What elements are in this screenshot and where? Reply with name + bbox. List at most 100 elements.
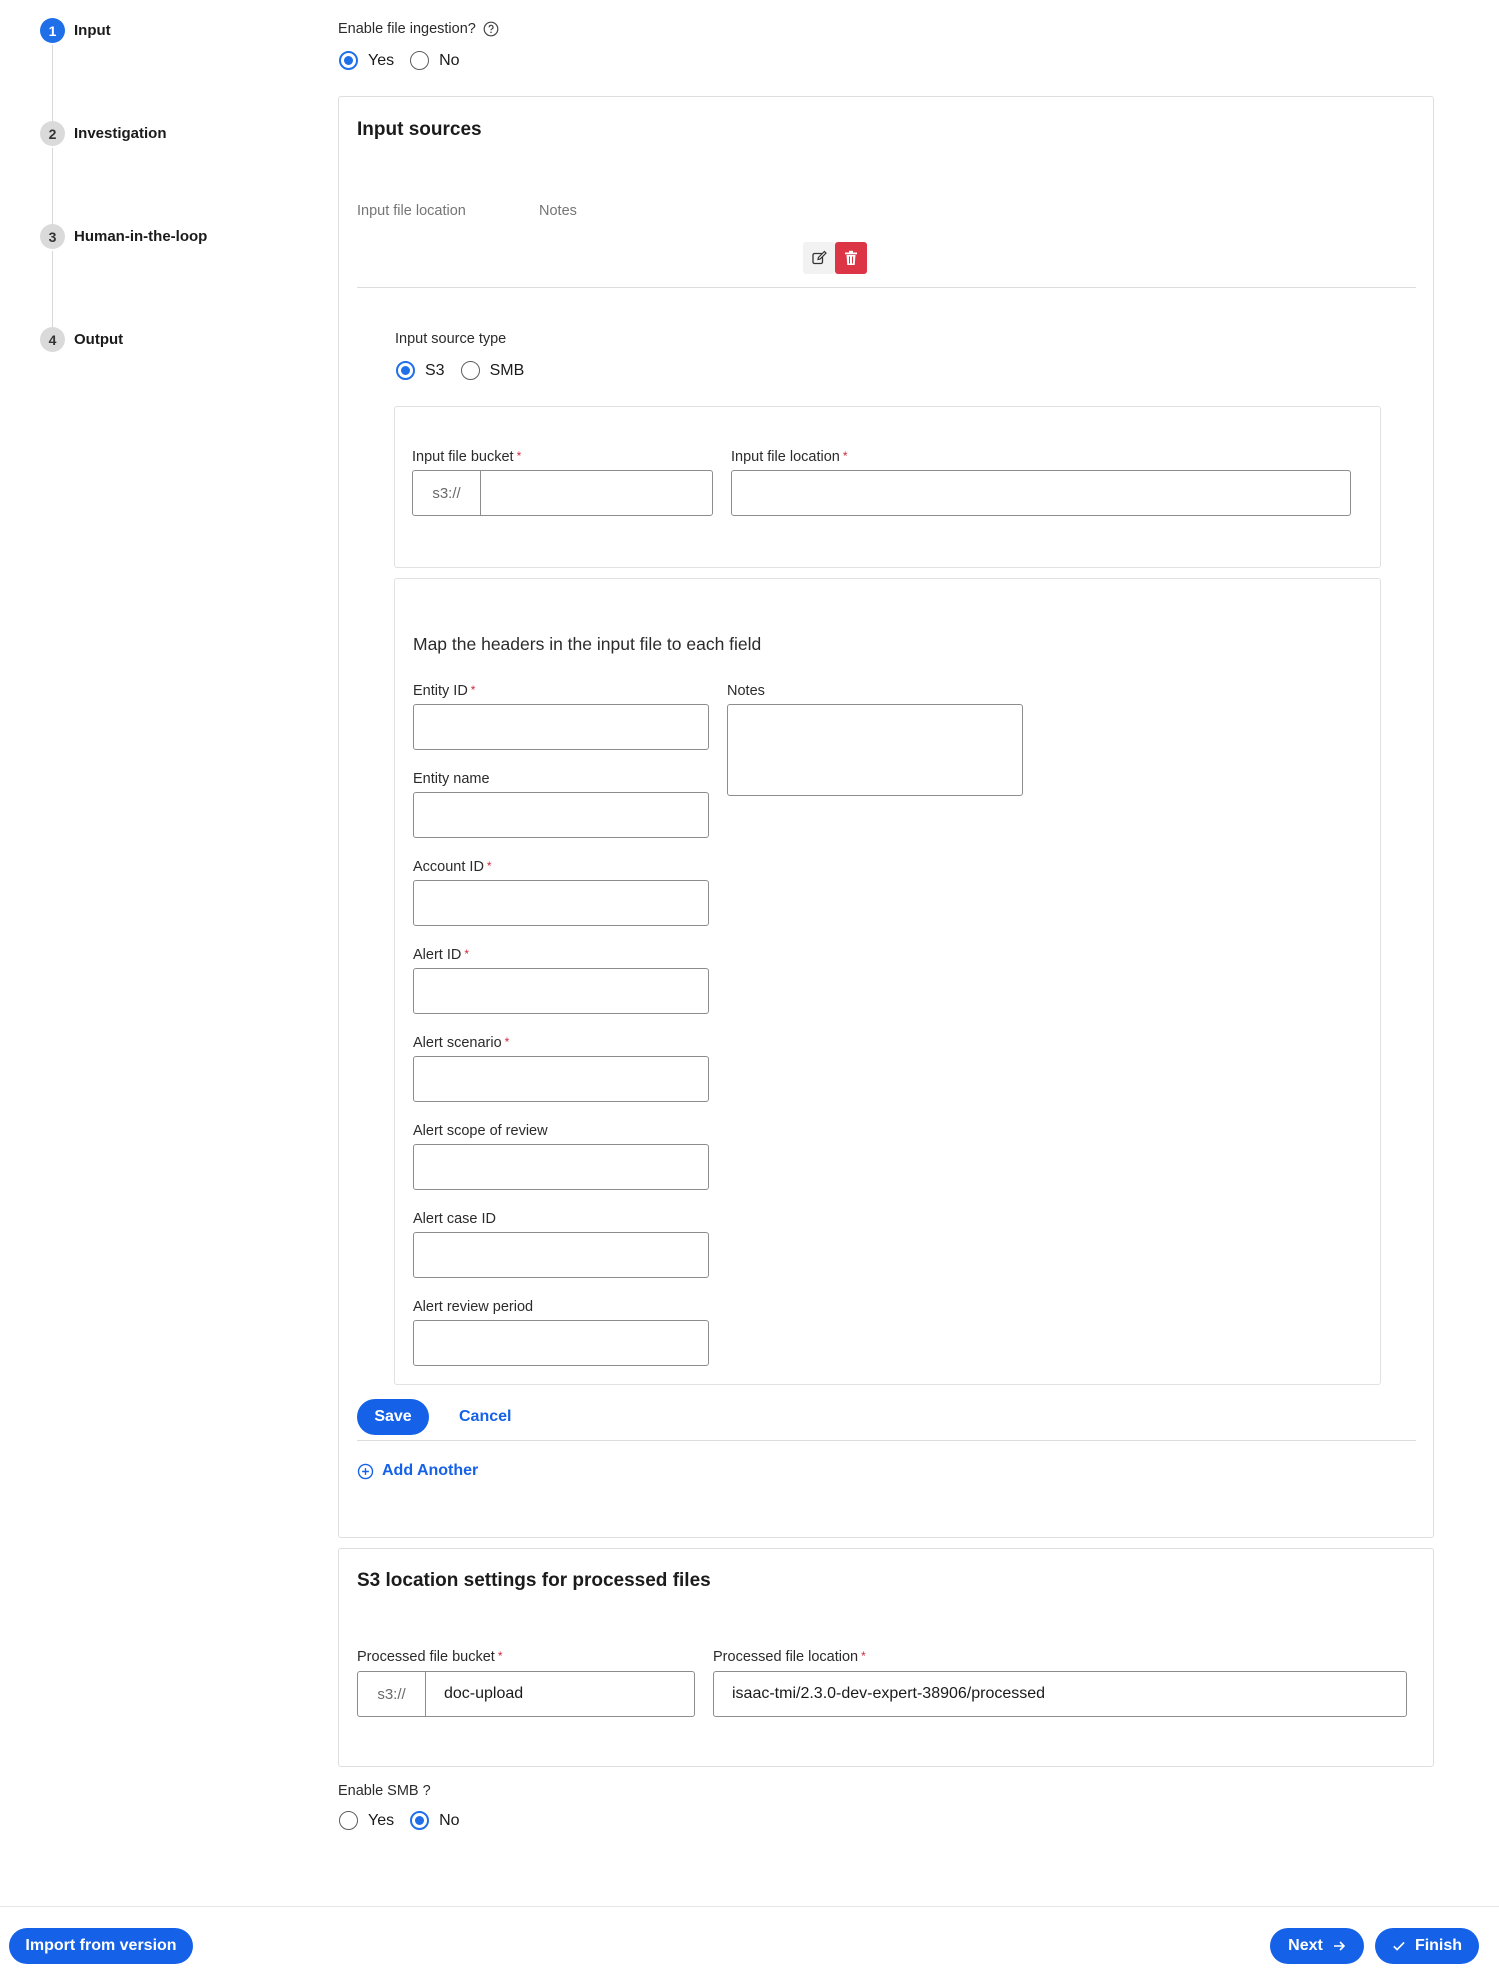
save-button[interactable]: Save [357,1399,429,1435]
field-label: Alert scenario * [413,1035,510,1051]
enable-smb-no-radio[interactable] [410,1811,430,1830]
enable-smb-radio-group: Yes No [339,1811,476,1830]
source-type-s3-radio[interactable] [396,361,415,380]
row-actions [803,242,867,274]
file-ingestion-no-radio[interactable] [410,51,430,70]
trash-icon [844,250,858,266]
header-mapping-card: Map the headers in the input file to eac… [394,578,1381,1385]
radio-label: Yes [368,1811,395,1829]
input-file-bucket-field[interactable]: s3:// [412,470,713,516]
help-icon[interactable] [483,21,499,37]
mapping-field-value [414,705,708,731]
mapping-field-input[interactable] [413,1056,709,1102]
radio-label: No [439,51,460,69]
processed-file-bucket-label: Processed file bucket * [357,1649,503,1665]
step-number: 3 [40,224,65,249]
finish-button[interactable]: Finish [1375,1928,1479,1964]
edit-button[interactable] [803,242,835,274]
processed-file-bucket-value: doc-upload [444,1685,524,1702]
field-label: Alert case ID [413,1211,496,1227]
step-label: Human-in-the-loop [74,228,208,245]
notes-textarea[interactable] [727,704,1023,796]
step-human-in-the-loop[interactable]: 3 Human-in-the-loop [40,224,207,249]
divider [357,1440,1416,1441]
radio-label: No [439,1811,460,1829]
stepper-connector [52,45,53,121]
source-type-smb-radio[interactable] [460,361,480,380]
step-number: 4 [40,327,65,352]
step-investigation[interactable]: 2 Investigation [40,121,167,146]
mapping-field-value [414,1321,708,1347]
file-ingestion-yes-radio[interactable] [339,51,358,70]
mapping-field-input[interactable] [413,792,709,838]
step-number: 2 [40,121,65,146]
step-number: 1 [40,18,65,43]
column-header-notes: Notes [539,203,577,219]
input-file-location-field[interactable] [731,470,1351,516]
field-label: Alert ID * [413,947,470,963]
processed-file-location-field[interactable]: isaac-tmi/2.3.0-dev-expert-38906/process… [713,1671,1407,1717]
file-ingestion-question: Enable file ingestion? [338,21,499,37]
stepper-connector [52,148,53,224]
processed-file-location-label: Processed file location * [713,1649,866,1665]
add-another-label: Add Another [382,1462,479,1479]
finish-label: Finish [1414,1937,1463,1954]
mapping-field-input[interactable] [413,704,709,750]
input-location-card: Input file bucket * s3:// Input file loca… [394,406,1381,568]
mapping-title: Map the headers in the input file to eac… [413,634,762,654]
bucket-prefix: s3:// [358,1672,426,1716]
processed-files-panel: S3 location settings for processed files… [338,1548,1434,1767]
required-marker: * [861,1649,866,1663]
mapping-field-input[interactable] [413,880,709,926]
footer-divider [0,1906,1499,1907]
mapping-field-input[interactable] [413,1144,709,1190]
notes-value [728,705,1022,731]
file-ingestion-label: Enable file ingestion? [338,21,476,37]
input-source-type-radio-group: S3 SMB [396,361,540,380]
import-from-version-button[interactable]: Import from version [9,1928,193,1964]
step-label: Investigation [74,125,167,142]
divider [357,287,1416,288]
field-label: Alert review period [413,1299,534,1315]
bucket-prefix: s3:// [413,471,481,515]
cancel-button[interactable]: Cancel [459,1408,511,1426]
stepper-connector [52,251,53,327]
arrow-right-icon [1332,1939,1346,1953]
input-file-bucket-value [481,471,712,515]
required-marker: * [842,449,848,463]
next-button[interactable]: Next [1270,1928,1364,1964]
enable-smb-label: Enable SMB ? [338,1783,431,1799]
mapping-field-value [414,1233,708,1259]
field-label: Entity ID * [413,683,476,699]
radio-label: Yes [368,51,395,69]
delete-button[interactable] [835,242,867,274]
field-label: Alert scope of review [413,1123,548,1139]
step-input[interactable]: 1 Input [40,18,111,43]
mapping-field-value [414,881,708,907]
enable-smb-yes-radio[interactable] [339,1811,358,1830]
processed-files-title: S3 location settings for processed files [357,1570,711,1591]
mapping-field-value [414,969,708,995]
required-marker: * [497,1649,503,1663]
input-file-bucket-label: Input file bucket * [412,449,522,465]
required-marker: * [504,1035,510,1049]
mapping-field-value [414,1145,708,1171]
field-label: Account ID * [413,859,492,875]
required-marker: * [516,449,522,463]
input-file-location-value [732,471,1350,497]
edit-icon [811,250,827,266]
radio-label: S3 [425,361,445,379]
mapping-field-input[interactable] [413,1232,709,1278]
next-label: Next [1288,1937,1323,1954]
step-output[interactable]: 4 Output [40,327,123,352]
mapping-field-input[interactable] [413,1320,709,1366]
mapping-field-value [414,793,708,819]
processed-file-bucket-field[interactable]: s3:// doc-upload [357,1671,695,1717]
mapping-field-input[interactable] [413,968,709,1014]
plus-circle-icon [357,1463,374,1480]
checkmark-icon [1392,1939,1406,1953]
add-another-button[interactable]: Add Another [357,1462,478,1480]
required-marker: * [464,947,470,961]
notes-label: Notes [727,683,765,699]
file-ingestion-radio-group: Yes No [339,51,476,70]
